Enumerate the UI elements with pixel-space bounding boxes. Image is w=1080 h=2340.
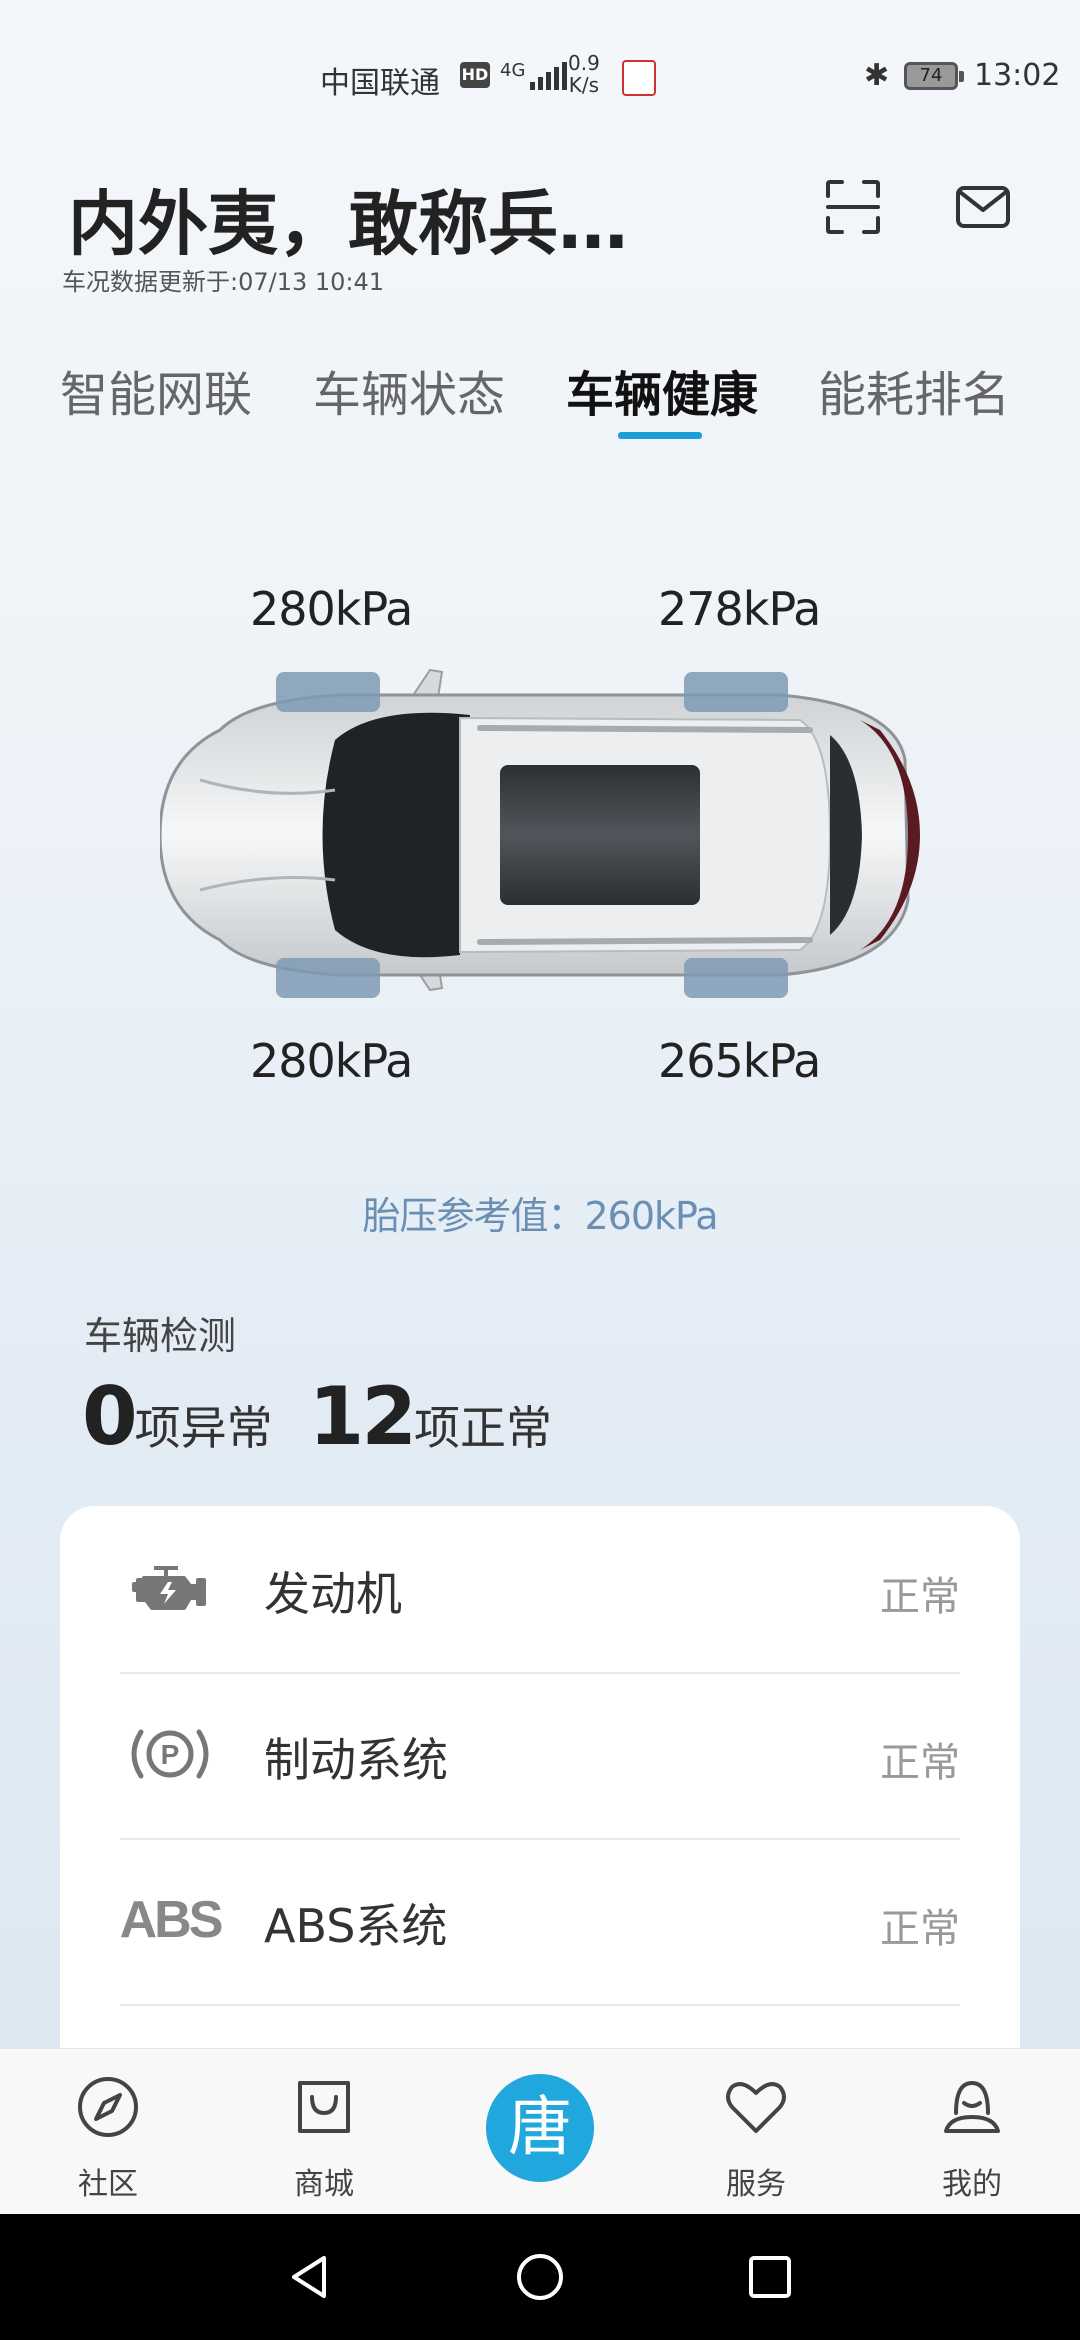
tab-vehicle-status[interactable]: 车辆状态 <box>313 355 505 425</box>
normal-text: 项正常 <box>414 1401 552 1455</box>
abs-icon: ABS <box>119 1884 224 1956</box>
reference-label: 胎压参考值： <box>362 1194 585 1238</box>
engine-icon <box>120 1552 220 1624</box>
tab-smart-connect[interactable]: 智能网联 <box>60 355 252 425</box>
clock: 13:02 <box>974 58 1061 93</box>
battery-level: 74 <box>919 65 943 86</box>
compass-icon <box>78 2077 138 2137</box>
tire-pressure-rear-right: 265kPa <box>658 1034 821 1088</box>
check-status: 正常 <box>880 1740 960 1786</box>
parking-brake-icon: P <box>120 1718 220 1790</box>
nav-community[interactable]: 社区 <box>38 2049 178 2215</box>
bluetooth-icon: ✱ <box>864 58 890 93</box>
check-list-card: 发动机 正常 P 制动系统 正常 ABS ABS系统 正常 <box>60 1506 1020 2106</box>
nav-label: 我的 <box>942 2167 1002 2202</box>
check-status: 正常 <box>880 1574 960 1620</box>
nav-mall[interactable]: 商城 <box>254 2049 394 2215</box>
recents-icon[interactable] <box>745 2252 795 2302</box>
app-notification-icon <box>622 60 656 96</box>
data-updated-time: 车况数据更新于:07/13 10:41 <box>62 268 385 296</box>
tab-bar: 智能网联 车辆状态 车辆健康 能耗排名 <box>0 355 1080 445</box>
nav-service[interactable]: 服务 <box>686 2049 826 2215</box>
tire-pressure-front-right: 278kPa <box>658 582 821 636</box>
scan-icon[interactable] <box>824 178 882 236</box>
normal-count: 12 <box>308 1370 417 1463</box>
check-label: 发动机 <box>264 1567 402 1621</box>
speed-unit: K/s <box>568 73 600 97</box>
shopping-bag-icon <box>298 2081 350 2133</box>
check-row-abs[interactable]: ABS ABS系统 正常 <box>120 1838 960 2006</box>
active-tab-indicator <box>618 432 702 439</box>
system-nav-bar <box>0 2214 1080 2340</box>
nav-label: 商城 <box>294 2167 354 2202</box>
vehicle-detection-label: 车辆检测 <box>84 1314 237 1358</box>
profile-icon <box>944 2080 1000 2133</box>
check-label: 制动系统 <box>264 1733 448 1787</box>
hd-badge: HD <box>460 62 490 88</box>
tire-pressure-reference: 胎压参考值：260kPa <box>0 1185 1080 1240</box>
reference-value: 260kPa <box>584 1194 718 1238</box>
battery-icon: 74 <box>904 62 964 90</box>
signal-icon <box>530 60 567 90</box>
car-top-view-image <box>160 668 920 998</box>
check-label: ABS系统 <box>264 1899 448 1953</box>
abnormal-count: 0 <box>82 1370 138 1463</box>
status-bar: 中国联通 HD 4G 0.9 K/s ✱ 74 13:02 <box>0 0 1080 130</box>
carrier-name: 中国联通 <box>320 66 440 101</box>
speed-value: 0.9 <box>568 51 600 75</box>
network-speed: 0.9 K/s <box>568 52 600 96</box>
check-status: 正常 <box>880 1906 960 1952</box>
tab-energy-ranking[interactable]: 能耗排名 <box>818 355 1010 425</box>
nav-mine[interactable]: 我的 <box>902 2049 1042 2215</box>
check-row-engine[interactable]: 发动机 正常 <box>120 1506 960 1674</box>
nav-center-button[interactable]: 唐 <box>486 2074 594 2182</box>
heart-icon <box>726 2082 786 2133</box>
abnormal-text: 项异常 <box>134 1401 273 1455</box>
tire-pressure-rear-left: 280kPa <box>250 1034 413 1088</box>
check-row-brake[interactable]: P 制动系统 正常 <box>120 1672 960 1840</box>
home-icon[interactable] <box>515 2252 565 2302</box>
tab-vehicle-health[interactable]: 车辆健康 <box>566 355 758 425</box>
mail-icon[interactable] <box>954 178 1012 236</box>
abs-icon-text: ABS <box>119 1891 224 1949</box>
page-title: 内外夷，敢称兵… <box>68 183 628 265</box>
nav-label: 服务 <box>726 2167 786 2202</box>
svg-text:P: P <box>161 1739 180 1770</box>
nav-label: 社区 <box>78 2167 138 2202</box>
back-icon[interactable] <box>284 2252 334 2302</box>
network-type: 4G <box>500 60 526 81</box>
tire-pressure-front-left: 280kPa <box>250 582 413 636</box>
detection-summary: 0项异常 12项正常 <box>82 1370 552 1463</box>
